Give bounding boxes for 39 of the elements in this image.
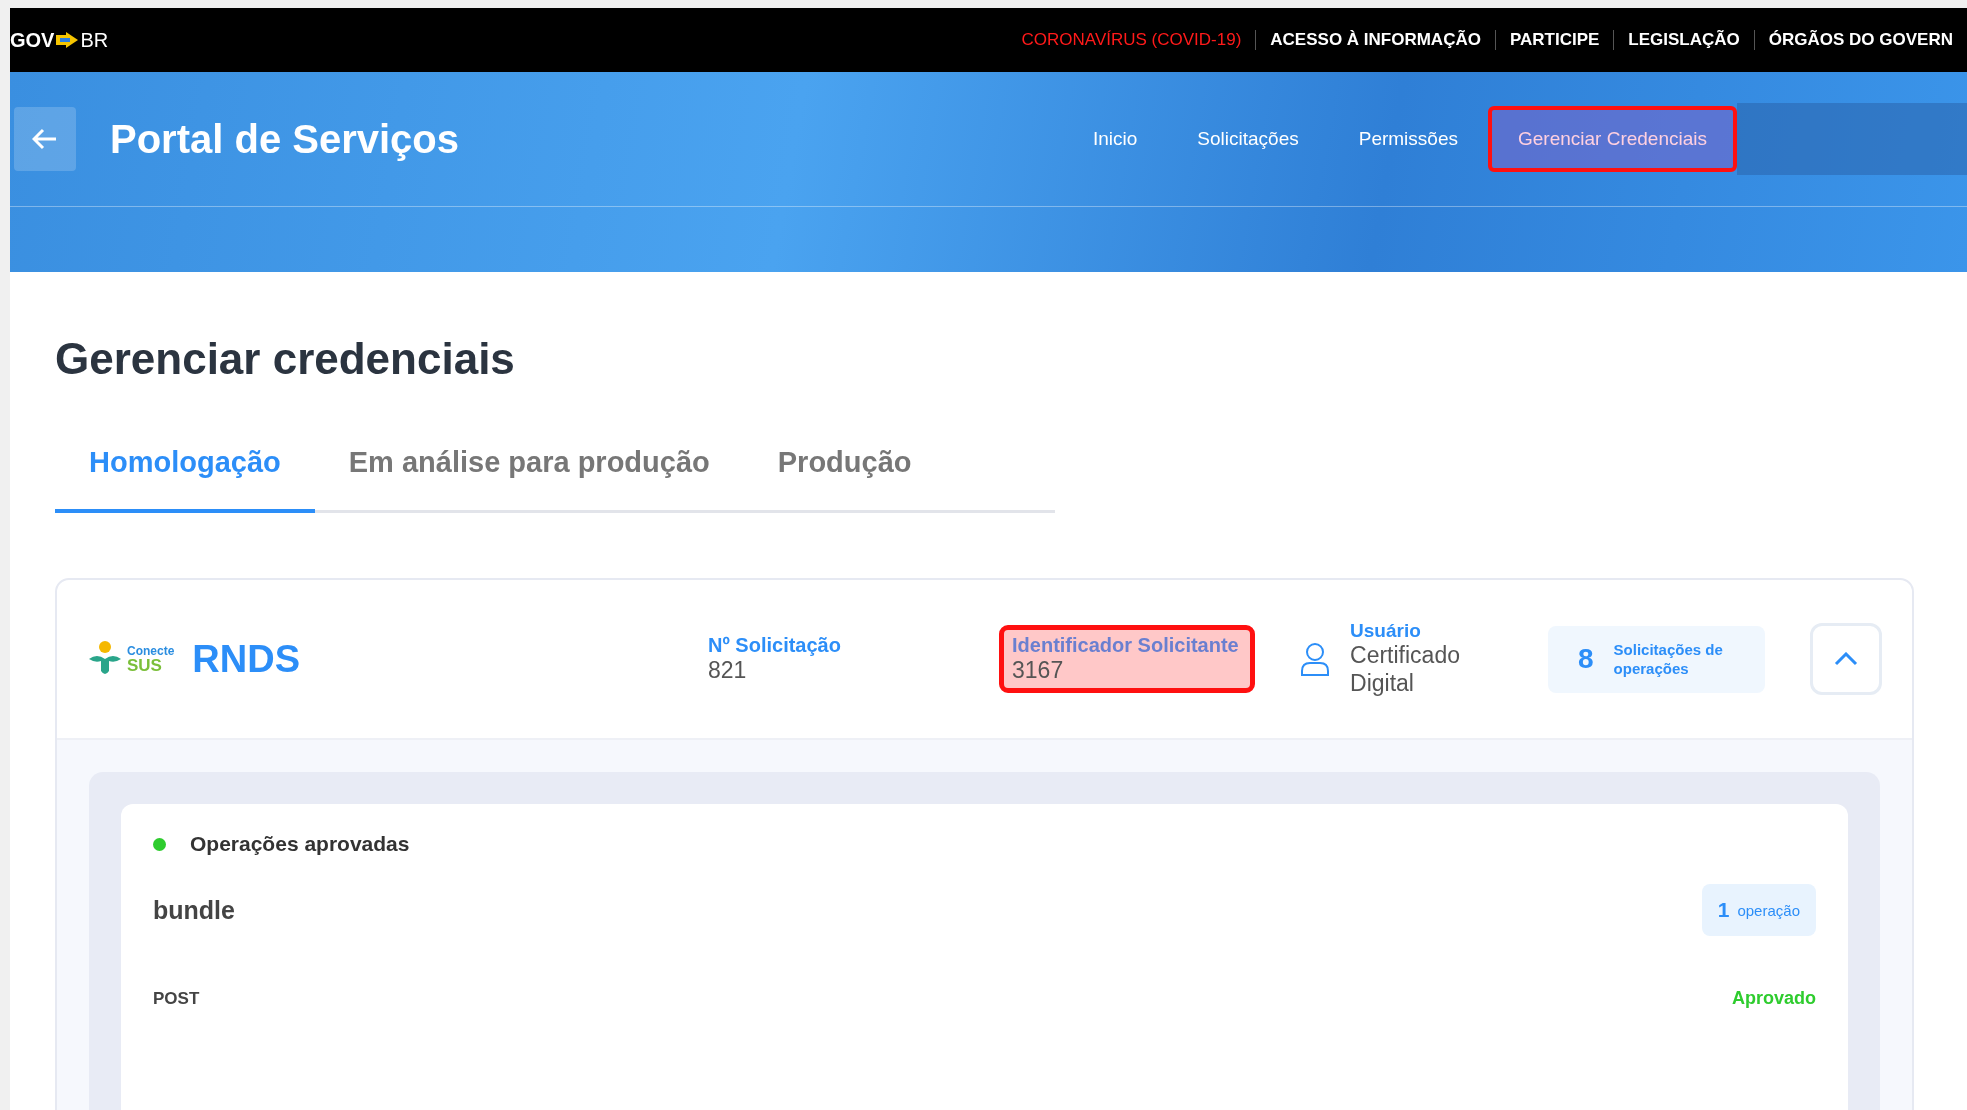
field-value: 3167 <box>1012 657 1065 684</box>
bundle-name: bundle <box>153 895 235 925</box>
back-button[interactable] <box>14 107 76 171</box>
nav-link[interactable]: Permissões <box>1328 106 1488 172</box>
gov-logo-text: BR <box>80 28 109 52</box>
user-icon <box>1300 642 1331 676</box>
gov-link[interactable]: ACESSO À INFORMAÇÃO <box>1255 30 1495 50</box>
tab[interactable]: Em análise para produção <box>314 424 744 513</box>
field-label: Nº Solicitação <box>708 634 842 657</box>
nav-link[interactable]: Solicitações <box>1167 106 1329 172</box>
gov-logo-text: GOV <box>10 28 55 52</box>
page-title: Gerenciar credenciais <box>55 334 516 384</box>
group-title: Operações aprovadas <box>190 832 410 856</box>
nav-link[interactable]: Inicio <box>1062 106 1168 172</box>
gov-link[interactable]: LEGISLAÇÃO <box>1613 30 1754 50</box>
field-label: Identificador Solicitante <box>1012 634 1240 657</box>
logo-text: Conecte <box>127 644 175 657</box>
requests-label: Solicitações de operações <box>1613 639 1724 679</box>
portal-title: Portal de Serviços <box>110 116 460 162</box>
operation-count: 1 <box>1717 898 1730 922</box>
gov-link[interactable]: ÓRGÃOS DO GOVERN <box>1753 30 1967 50</box>
user-label: Usuário <box>1350 620 1422 643</box>
user-value: Certificado Digital <box>1350 642 1461 698</box>
chevron-up-icon <box>1834 652 1858 666</box>
tab[interactable]: Produção <box>743 424 946 513</box>
conecte-sus-logo-icon <box>87 641 123 677</box>
requests-count: 8 <box>1578 643 1594 675</box>
logo-text: SUS <box>127 656 163 674</box>
operation-count-label: operação <box>1737 901 1800 919</box>
tab[interactable]: Homologação <box>55 424 315 513</box>
field-value: 821 <box>708 657 748 684</box>
gov-link[interactable]: CORONAVÍRUS (COVID-19) <box>1007 30 1256 50</box>
operation-status: Aprovado <box>1732 988 1816 1009</box>
arrow-logo-icon <box>56 32 79 48</box>
gov-link[interactable]: PARTICIPE <box>1494 30 1614 50</box>
nav-link[interactable]: Gerenciar Credenciais <box>1487 106 1737 172</box>
http-method: POST <box>153 988 200 1009</box>
credential-name: RNDS <box>192 637 301 681</box>
arrow-left-icon <box>32 128 58 150</box>
